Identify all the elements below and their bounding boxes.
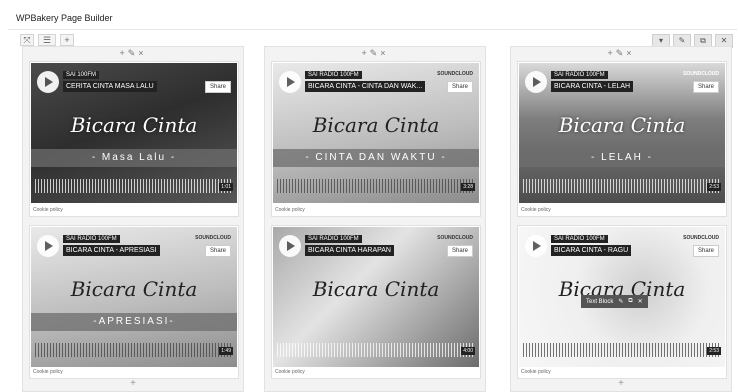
column-3: +✎× SAI RADIO 100FM BICARA CINTA - LELAH… bbox=[510, 46, 732, 392]
cookie-policy-link[interactable]: Cookie policy bbox=[521, 207, 551, 213]
soundcloud-player: SAI RADIO 100FM BICARA CINTA - RAGU SOUN… bbox=[519, 227, 725, 367]
soundcloud-player: SAI RADIO 100FM BICARA CINTA - CINTA DAN… bbox=[273, 63, 479, 203]
drag-icon[interactable]: ⤧ bbox=[20, 34, 34, 46]
add-icon[interactable]: + bbox=[60, 34, 74, 46]
add-element-button[interactable]: + bbox=[511, 378, 731, 389]
soundcloud-player: SAI 100FM CERITA CINTA MASA LALU Share B… bbox=[31, 63, 237, 203]
soundcloud-logo[interactable]: SOUNDCLOUD bbox=[683, 235, 719, 241]
card-4[interactable]: SAI RADIO 100FM BICARA CINTA - APRESIASI… bbox=[29, 225, 239, 379]
card-6[interactable]: SAI RADIO 100FM BICARA CINTA - RAGU SOUN… bbox=[517, 225, 727, 379]
waveform[interactable] bbox=[277, 343, 475, 357]
add-element-button[interactable]: + bbox=[23, 378, 243, 389]
window-title: WPBakery Page Builder bbox=[16, 13, 113, 23]
duration-badge: 1:49 bbox=[219, 347, 233, 355]
text-block-label: Text Block bbox=[586, 298, 614, 305]
share-button[interactable]: Share bbox=[204, 245, 231, 257]
duration-badge: 2:53 bbox=[707, 183, 721, 191]
share-button[interactable]: Share bbox=[692, 245, 719, 257]
column-2: +✎× SAI RADIO 100FM BICARA CINTA - CINTA… bbox=[264, 46, 486, 392]
track-title[interactable]: BICARA CINTA - APRESIASI bbox=[63, 245, 160, 256]
cover-subtitle: - LELAH - bbox=[519, 149, 725, 167]
play-icon[interactable] bbox=[279, 235, 301, 257]
track-title[interactable]: BICARA CINTA - CINTA DAN WAK... bbox=[305, 81, 426, 92]
cover-title: Bicara Cinta bbox=[312, 113, 440, 137]
cover-subtitle: - Masa Lalu - bbox=[31, 149, 237, 167]
duration-badge: 4:00 bbox=[461, 347, 475, 355]
cookie-policy-link[interactable]: Cookie policy bbox=[275, 369, 305, 375]
close-icon[interactable]: ✕ bbox=[638, 298, 643, 305]
row-toolbar-left: ⤧ ☰ + bbox=[20, 34, 74, 46]
waveform[interactable] bbox=[35, 179, 233, 193]
card-2[interactable]: SAI RADIO 100FM BICARA CINTA - CINTA DAN… bbox=[271, 61, 481, 217]
column-controls[interactable]: +✎× bbox=[511, 48, 731, 59]
clone-icon[interactable]: ⧉ bbox=[628, 298, 632, 305]
waveform[interactable] bbox=[35, 343, 233, 357]
card-5[interactable]: SAI RADIO 100FM BICARA CINTA HARAPAN SOU… bbox=[271, 225, 481, 379]
soundcloud-player: SAI RADIO 100FM BICARA CINTA - LELAH SOU… bbox=[519, 63, 725, 203]
duration-badge: 1:01 bbox=[219, 183, 233, 191]
waveform[interactable] bbox=[523, 343, 721, 357]
cookie-policy-link[interactable]: Cookie policy bbox=[33, 207, 63, 213]
track-title[interactable]: CERITA CINTA MASA LALU bbox=[63, 81, 157, 92]
soundcloud-logo[interactable]: SOUNDCLOUD bbox=[683, 71, 719, 77]
artist-label[interactable]: SAI RADIO 100FM bbox=[305, 71, 362, 79]
text-block-controls[interactable]: Text Block ✎ ⧉ ✕ bbox=[581, 295, 648, 308]
cover-title: Bicara Cinta bbox=[312, 277, 440, 301]
column-controls[interactable]: +✎× bbox=[23, 48, 243, 59]
play-icon[interactable] bbox=[279, 71, 301, 93]
cover-subtitle: -APRESIASI- bbox=[31, 313, 237, 331]
card-3[interactable]: SAI RADIO 100FM BICARA CINTA - LELAH SOU… bbox=[517, 61, 727, 217]
soundcloud-logo[interactable]: SOUNDCLOUD bbox=[437, 235, 473, 241]
artist-label[interactable]: SAI RADIO 100FM bbox=[551, 235, 608, 243]
cookie-policy-link[interactable]: Cookie policy bbox=[33, 369, 63, 375]
duration-badge: 2:53 bbox=[707, 347, 721, 355]
cover-title: Bicara Cinta bbox=[70, 113, 198, 137]
artist-label[interactable]: SAI RADIO 100FM bbox=[305, 235, 362, 243]
track-title[interactable]: BICARA CINTA - RAGU bbox=[551, 245, 632, 256]
share-button[interactable]: Share bbox=[692, 81, 719, 93]
soundcloud-player: SAI RADIO 100FM BICARA CINTA HARAPAN SOU… bbox=[273, 227, 479, 367]
artist-label[interactable]: SAI 100FM bbox=[63, 71, 100, 79]
share-button[interactable]: Share bbox=[204, 81, 231, 93]
artist-label[interactable]: SAI RADIO 100FM bbox=[63, 235, 120, 243]
waveform[interactable] bbox=[277, 179, 475, 193]
column-controls[interactable]: +✎× bbox=[265, 48, 485, 59]
artist-label[interactable]: SAI RADIO 100FM bbox=[551, 71, 608, 79]
edit-icon[interactable]: ✎ bbox=[618, 298, 623, 305]
track-title[interactable]: BICARA CINTA HARAPAN bbox=[305, 245, 394, 256]
cover-subtitle: - CINTA DAN WAKTU - bbox=[273, 149, 479, 167]
cookie-policy-link[interactable]: Cookie policy bbox=[521, 369, 551, 375]
play-icon[interactable] bbox=[525, 235, 547, 257]
title-bar: WPBakery Page Builder bbox=[8, 8, 737, 30]
duration-badge: 3:28 bbox=[461, 183, 475, 191]
layout-icon[interactable]: ☰ bbox=[38, 34, 56, 46]
cover-title: Bicara Cinta bbox=[70, 277, 198, 301]
share-button[interactable]: Share bbox=[446, 245, 473, 257]
cover-title: Bicara Cinta bbox=[558, 113, 686, 137]
share-button[interactable]: Share bbox=[446, 81, 473, 93]
play-icon[interactable] bbox=[37, 71, 59, 93]
play-icon[interactable] bbox=[525, 71, 547, 93]
play-icon[interactable] bbox=[37, 235, 59, 257]
page-builder-frame: WPBakery Page Builder ⤧ ☰ + ▾ ✎ ⧉ ✕ +✎× … bbox=[0, 0, 739, 392]
column-1: +✎× SAI 100FM CERITA CINTA MASA LALU Sha… bbox=[22, 46, 244, 392]
card-1[interactable]: SAI 100FM CERITA CINTA MASA LALU Share B… bbox=[29, 61, 239, 217]
waveform[interactable] bbox=[523, 179, 721, 193]
soundcloud-logo[interactable]: SOUNDCLOUD bbox=[437, 71, 473, 77]
cookie-policy-link[interactable]: Cookie policy bbox=[275, 207, 305, 213]
soundcloud-player: SAI RADIO 100FM BICARA CINTA - APRESIASI… bbox=[31, 227, 237, 367]
track-title[interactable]: BICARA CINTA - LELAH bbox=[551, 81, 634, 92]
soundcloud-logo[interactable]: SOUNDCLOUD bbox=[195, 235, 231, 241]
